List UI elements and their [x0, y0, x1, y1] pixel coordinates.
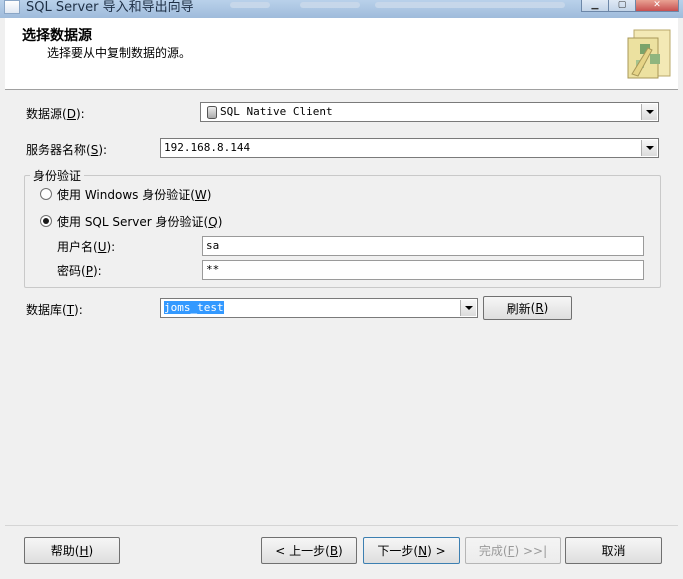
database-label: 数据库(T):	[26, 303, 83, 317]
username-input[interactable]: sa	[202, 236, 644, 256]
back-button[interactable]: < 上一步(B)	[261, 537, 357, 564]
database-select[interactable]: joms_test	[160, 298, 478, 318]
finish-button[interactable]: 完成(F) >>|	[465, 537, 561, 564]
database-icon	[207, 105, 217, 119]
title-bar: SQL Server 导入和导出向导 ▁ ▢ ✕	[0, 0, 683, 18]
app-icon	[4, 0, 20, 14]
sql-auth-radio[interactable]	[40, 215, 52, 227]
password-label: 密码(P):	[57, 264, 102, 278]
window-controls: ▁ ▢ ✕	[581, 0, 679, 12]
windows-auth-radio[interactable]	[40, 188, 52, 200]
server-select[interactable]: 192.168.8.144	[160, 138, 659, 158]
help-button[interactable]: 帮助(H)	[24, 537, 120, 564]
wizard-graphic-icon	[627, 29, 671, 79]
sql-auth-label[interactable]: 使用 SQL Server 身份验证(Q)	[57, 213, 222, 230]
server-label: 服务器名称(S):	[26, 143, 108, 157]
datasource-select[interactable]: SQL Native Client	[200, 102, 659, 122]
password-input[interactable]: **	[202, 260, 644, 280]
cancel-button[interactable]: 取消	[565, 537, 662, 564]
database-value: joms_test	[164, 301, 224, 314]
blurred-region	[375, 2, 565, 8]
page-subtitle: 选择要从中复制数据的源。	[47, 46, 192, 60]
next-button[interactable]: 下一步(N) >	[363, 537, 460, 564]
chevron-down-icon[interactable]	[460, 300, 476, 316]
refresh-button[interactable]: 刷新(R)	[483, 296, 572, 320]
datasource-label: 数据源(D):	[26, 107, 85, 121]
divider	[5, 525, 678, 526]
blurred-region	[300, 2, 360, 8]
windows-auth-label[interactable]: 使用 Windows 身份验证(W)	[57, 186, 211, 203]
window-title: SQL Server 导入和导出向导	[26, 0, 194, 15]
page-title: 选择数据源	[22, 28, 92, 44]
username-label: 用户名(U):	[57, 240, 116, 254]
blurred-region	[230, 2, 270, 8]
close-button[interactable]: ✕	[635, 0, 679, 12]
minimize-button[interactable]: ▁	[581, 0, 609, 12]
chevron-down-icon[interactable]	[641, 104, 657, 120]
wizard-header: 选择数据源 选择要从中复制数据的源。	[5, 18, 678, 90]
chevron-down-icon[interactable]	[641, 140, 657, 156]
maximize-button[interactable]: ▢	[608, 0, 636, 12]
auth-group-title: 身份验证	[30, 167, 85, 184]
